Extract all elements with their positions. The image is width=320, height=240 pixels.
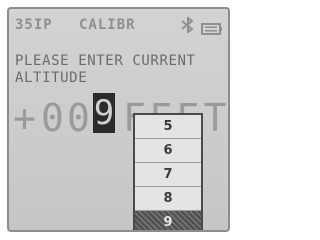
status-bar: 35IP CALIBR bbox=[9, 9, 228, 39]
record-number: 35IP bbox=[15, 17, 53, 33]
digit-option[interactable]: 5 bbox=[135, 115, 201, 139]
mode-label: CALIBR bbox=[79, 17, 136, 33]
digit-option[interactable]: 8 bbox=[135, 187, 201, 211]
device-bezel: 35IP CALIBR PLEASE ENTER CURRENT ALTITUD… bbox=[0, 0, 237, 239]
digit-option[interactable]: 6 bbox=[135, 139, 201, 163]
active-digit-cursor[interactable]: 9 bbox=[93, 93, 115, 133]
altitude-digit[interactable]: 0 bbox=[67, 93, 90, 143]
bluetooth-icon bbox=[179, 16, 197, 37]
digit-option[interactable]: 7 bbox=[135, 163, 201, 187]
altitude-digit[interactable]: 0 bbox=[41, 93, 64, 143]
digit-picker[interactable]: 5 6 7 8 9 bbox=[133, 113, 203, 230]
digit-option-selected[interactable]: 9 bbox=[135, 211, 201, 230]
altitude-sign[interactable]: + bbox=[13, 93, 36, 143]
lcd-screen: 35IP CALIBR PLEASE ENTER CURRENT ALTITUD… bbox=[7, 7, 230, 232]
altitude-prompt: PLEASE ENTER CURRENT ALTITUDE bbox=[15, 53, 196, 86]
battery-icon bbox=[201, 20, 223, 39]
